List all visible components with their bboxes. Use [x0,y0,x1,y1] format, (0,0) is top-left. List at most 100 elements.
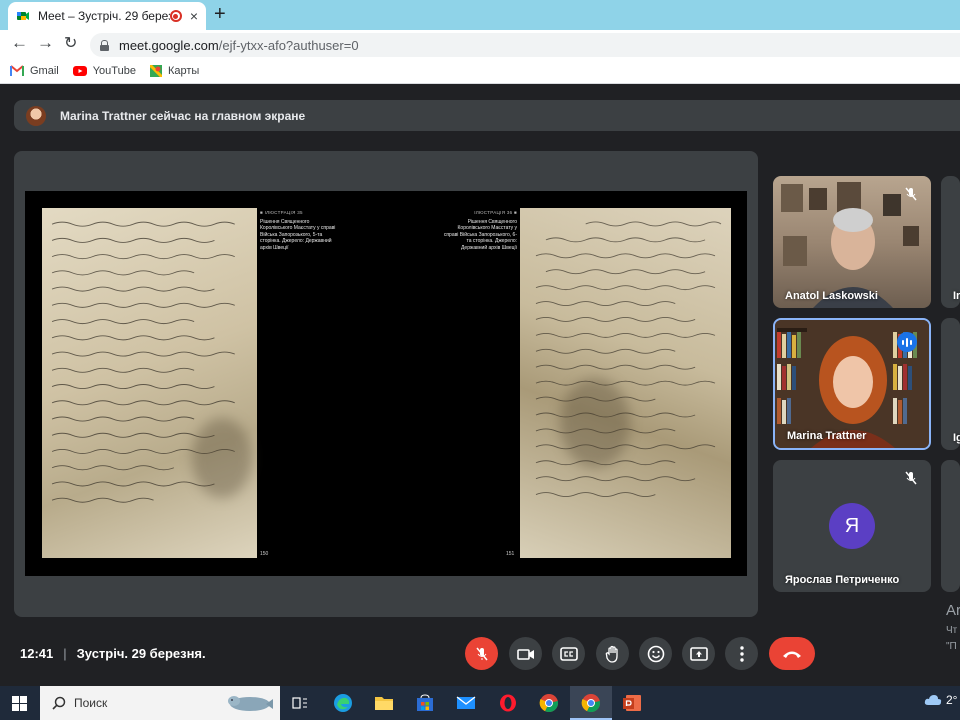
caption-label: ІЛЮСТРАЦІЯ 36 ■ [474,210,517,215]
url-host: meet.google.com [119,37,219,53]
manuscript-image-right [520,208,731,558]
tab-title: Meet – Зустріч. 29 березня. [38,9,170,23]
lock-icon [100,39,109,51]
task-view-icon [292,697,307,709]
hang-up-icon [783,651,801,658]
reload-button[interactable]: ↻ [64,33,77,53]
caption-left: ■ ІЛЮСТРАЦІЯ 35 Рішення Священного Корол… [260,210,342,252]
taskbar-powerpoint[interactable] [621,693,643,713]
mic-off-icon [905,187,917,201]
task-view-button[interactable] [289,693,311,713]
back-button[interactable]: ← [11,33,28,53]
forward-button[interactable]: → [37,33,54,53]
store-icon [417,694,433,711]
hand-icon [605,645,618,663]
mic-off-icon [475,647,488,660]
participant-name: Ir [953,290,960,302]
folder-icon [375,697,393,710]
emoji-icon [647,645,664,662]
caption-text: Рішення Священного Королівського Маєстат… [443,218,517,251]
search-placeholder: Поиск [74,696,108,710]
weather-widget[interactable]: 2° [924,693,957,707]
browser-tab-meet[interactable]: Meet – Зустріч. 29 березня. × [8,2,206,30]
participant-tile[interactable]: Anatol Laskowski [773,176,931,308]
present-icon [689,646,708,661]
bookmark-maps[interactable]: Карты [149,64,200,77]
speaking-indicator-icon [897,332,917,352]
url-path: /ejf-ytxx-afo?authuser=0 [218,37,359,53]
participant-tile[interactable]: Marina Trattner [773,318,931,450]
raise-hand-button[interactable] [596,637,629,670]
tab-close-button[interactable]: × [190,8,198,24]
caption-right: ІЛЮСТРАЦІЯ 36 ■ Рішення Священного Корол… [443,210,517,252]
participant-name: Ярослав Петриченко [785,574,900,586]
present-screen-button[interactable] [682,637,715,670]
manuscript-image-left [42,208,257,558]
presenting-text: Marina Trattner сейчас на главном экране [60,108,306,123]
participant-name: Marina Trattner [787,430,867,442]
manatee-illustration-icon [228,696,273,711]
taskbar-edge[interactable] [332,693,354,713]
gmail-icon [10,65,24,76]
chrome-icon [539,694,559,713]
mail-icon [456,696,476,709]
cloud-icon [924,695,942,705]
page-number: 151 [506,551,515,557]
weather-temp: 2° [946,693,958,707]
more-options-button[interactable] [725,637,758,670]
bookmark-label: Gmail [30,64,59,77]
chrome-icon [581,694,601,713]
participant-name: Ig [953,432,960,444]
browser-tabstrip: Meet – Зустріч. 29 березня. × + [0,0,960,30]
camera-icon [516,648,534,660]
opera-icon [500,694,516,712]
taskbar-mail[interactable] [455,693,477,713]
participant-tile[interactable]: Я Ярослав Петриченко [773,460,931,592]
clock: 12:41 [20,646,54,661]
taskbar-file-explorer[interactable] [373,693,395,713]
taskbar-chrome[interactable] [538,693,560,713]
side-panel-text: "П [946,641,957,652]
windows-start-button[interactable] [12,696,27,711]
page-number: 150 [260,551,269,557]
taskbar-chrome-active[interactable] [570,686,612,720]
side-panel-text: Чт [946,625,958,636]
camera-toggle-button[interactable] [509,637,542,670]
meeting-title: Зустріч. 29 березня. [76,646,206,661]
emoji-reactions-button[interactable] [639,637,672,670]
participant-tile-partial[interactable]: Ir [941,176,960,308]
meet-icon [16,9,30,23]
participant-tile-partial[interactable]: Ig [941,318,960,450]
bookmark-youtube[interactable]: YouTube [72,64,136,77]
participant-tile-partial[interactable] [941,460,960,592]
caption-label: ■ ІЛЮСТРАЦІЯ 35 [260,210,303,215]
avatar: Я [829,503,875,549]
youtube-icon [72,65,87,76]
maps-icon [149,64,162,77]
bookmark-label: Карты [167,64,200,77]
meeting-info: 12:41 | Зустріч. 29 березня. [20,646,206,661]
separator: | [63,646,67,661]
recording-icon [169,10,182,22]
presenting-banner: Marina Trattner сейчас на главном экране [14,100,960,131]
captions-button[interactable] [552,637,585,670]
leave-call-button[interactable] [769,637,815,670]
taskbar-opera[interactable] [497,693,519,713]
new-tab-button[interactable]: + [214,3,226,26]
bookmark-gmail[interactable]: Gmail [10,65,59,77]
participant-name: Anatol Laskowski [785,290,878,302]
browser-toolbar: ← → ↻ meet.google.com /ejf-ytxx-afo?auth… [0,30,960,58]
mic-toggle-button[interactable] [465,637,498,670]
mic-off-icon [905,471,917,485]
taskbar-store[interactable] [414,693,436,713]
bookmark-label: YouTube [92,64,136,77]
windows-taskbar: Поиск [0,686,960,720]
address-bar[interactable]: meet.google.com /ejf-ytxx-afo?authuser=0 [90,33,960,57]
search-icon [52,696,66,710]
presentation-stage: ■ ІЛЮСТРАЦІЯ 35 Рішення Священного Корол… [14,151,758,617]
side-panel-text: Ar [946,602,960,619]
taskbar-search[interactable]: Поиск [40,686,280,720]
more-vert-icon [739,645,744,662]
caption-text: Рішення Священного Королівського Маєстат… [260,218,336,251]
closed-captions-icon [559,646,578,661]
